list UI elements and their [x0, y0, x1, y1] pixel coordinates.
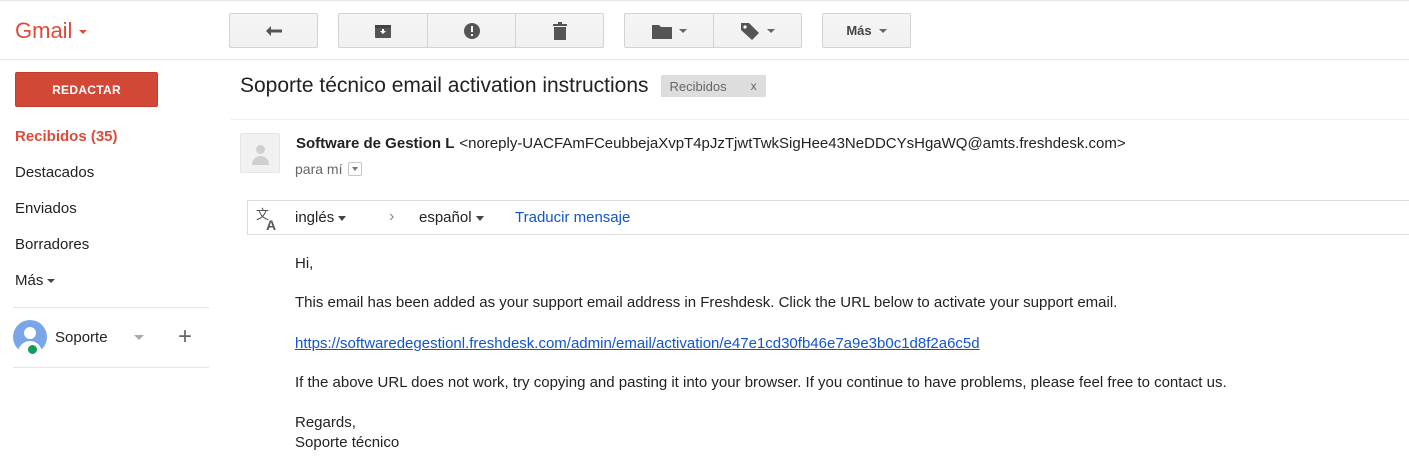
- sender-line: Software de Gestion L <noreply-UACFAmFCeu…: [296, 135, 1126, 152]
- body-closing: Regards,: [295, 414, 356, 431]
- sidebar-item-label: Más: [15, 271, 44, 289]
- translate-icon: 文 A: [256, 208, 276, 232]
- chevron-down-icon: [678, 28, 687, 33]
- sidebar-item-more[interactable]: Más: [0, 262, 220, 298]
- label-chip-text: Recibidos: [669, 78, 727, 94]
- source-language-label: inglés: [295, 209, 335, 226]
- show-details-button[interactable]: [348, 162, 363, 176]
- chevron-down-icon: [767, 28, 775, 33]
- chevron-down-icon: [475, 215, 484, 221]
- top-toolbar: Gmail Más: [0, 0, 1409, 60]
- move-to-button[interactable]: [625, 14, 713, 47]
- sender-avatar: [240, 133, 280, 173]
- chevron-down-icon: [79, 30, 88, 34]
- target-language-select[interactable]: español: [419, 209, 484, 226]
- chevron-down-icon[interactable]: [134, 335, 144, 340]
- source-language-select[interactable]: inglés: [295, 209, 347, 226]
- sender-name[interactable]: Software de Gestion L: [296, 135, 454, 152]
- sidebar-item-inbox[interactable]: Recibidos (35): [0, 118, 220, 154]
- sidebar-item-label: Recibidos (35): [15, 127, 118, 145]
- delete-icon: [552, 21, 567, 40]
- body-paragraph: This email has been added as your suppor…: [295, 294, 1118, 311]
- sidebar-nav: Recibidos (35) Destacados Enviados Borra…: [0, 118, 220, 298]
- avatar-head: [256, 145, 265, 154]
- recipient-text: para mí: [295, 161, 343, 177]
- recipient-line: para mí: [295, 161, 363, 177]
- online-status-icon: [26, 343, 39, 356]
- avatar-body: [252, 156, 269, 165]
- hangouts-user[interactable]: Soporte +: [13, 316, 209, 358]
- archive-icon: [375, 24, 391, 38]
- target-language-label: español: [419, 209, 472, 226]
- chevron-down-icon: [338, 215, 347, 221]
- compose-button[interactable]: REDACTAR: [15, 72, 158, 107]
- sender-email: <noreply-UACFAmFCeubbejaXvpT4pJzTjwtTwkS…: [459, 135, 1126, 152]
- more-group: Más: [822, 13, 911, 48]
- body-signature: Soporte técnico: [295, 434, 400, 451]
- body-greeting: Hi,: [295, 255, 314, 272]
- sidebar-item-sent[interactable]: Enviados: [0, 190, 220, 226]
- action-group: [338, 13, 604, 48]
- activation-link[interactable]: https://softwaredegestionl.freshdesk.com…: [295, 335, 980, 352]
- sidebar-item-drafts[interactable]: Borradores: [0, 226, 220, 262]
- label-chip[interactable]: Recibidos x: [660, 75, 766, 97]
- remove-label-button[interactable]: x: [751, 79, 757, 93]
- message-subject: Soporte técnico email activation instruc…: [240, 74, 649, 97]
- avatar-head: [24, 327, 36, 339]
- folder-icon: [651, 24, 672, 39]
- sidebar-divider: [13, 367, 209, 368]
- archive-button[interactable]: [339, 14, 427, 47]
- chevron-down-icon: [878, 28, 887, 33]
- more-label: Más: [846, 23, 872, 38]
- report-spam-icon: [463, 22, 480, 39]
- sidebar-item-label: Enviados: [15, 199, 77, 217]
- report-spam-button[interactable]: [427, 14, 515, 47]
- reply-button[interactable]: [230, 14, 317, 47]
- compose-label: REDACTAR: [52, 82, 121, 97]
- translate-message-link[interactable]: Traducir mensaje: [515, 209, 630, 226]
- sidebar-item-label: Borradores: [15, 235, 90, 253]
- header-divider: [230, 119, 1409, 120]
- label-icon: [741, 22, 759, 40]
- translate-bar: 文 A inglés › español Traducir mensaje: [247, 200, 1409, 235]
- sidebar-item-label: Destacados: [15, 163, 95, 181]
- body-link-line: https://softwaredegestionl.freshdesk.com…: [295, 335, 980, 352]
- gmail-menu[interactable]: Gmail: [15, 18, 88, 44]
- sidebar-item-starred[interactable]: Destacados: [0, 154, 220, 190]
- message-subject-row: Soporte técnico email activation instruc…: [240, 74, 766, 98]
- reply-group: [229, 13, 318, 48]
- add-icon[interactable]: +: [178, 325, 192, 349]
- chevron-down-icon: [47, 279, 56, 283]
- hangouts-user-name: Soporte: [55, 328, 108, 346]
- body-paragraph: If the above URL does not work, try copy…: [295, 374, 1227, 391]
- delete-button[interactable]: [515, 14, 603, 47]
- chevron-right-icon: ›: [389, 208, 395, 225]
- reply-icon: [265, 25, 282, 36]
- more-button[interactable]: Más: [823, 14, 910, 47]
- organize-group: [624, 13, 802, 48]
- brand-label: Gmail: [15, 18, 73, 43]
- labels-button[interactable]: [713, 14, 801, 47]
- sidebar-divider: [13, 307, 209, 308]
- chevron-down-icon: [352, 167, 359, 171]
- svg-text:A: A: [266, 217, 276, 232]
